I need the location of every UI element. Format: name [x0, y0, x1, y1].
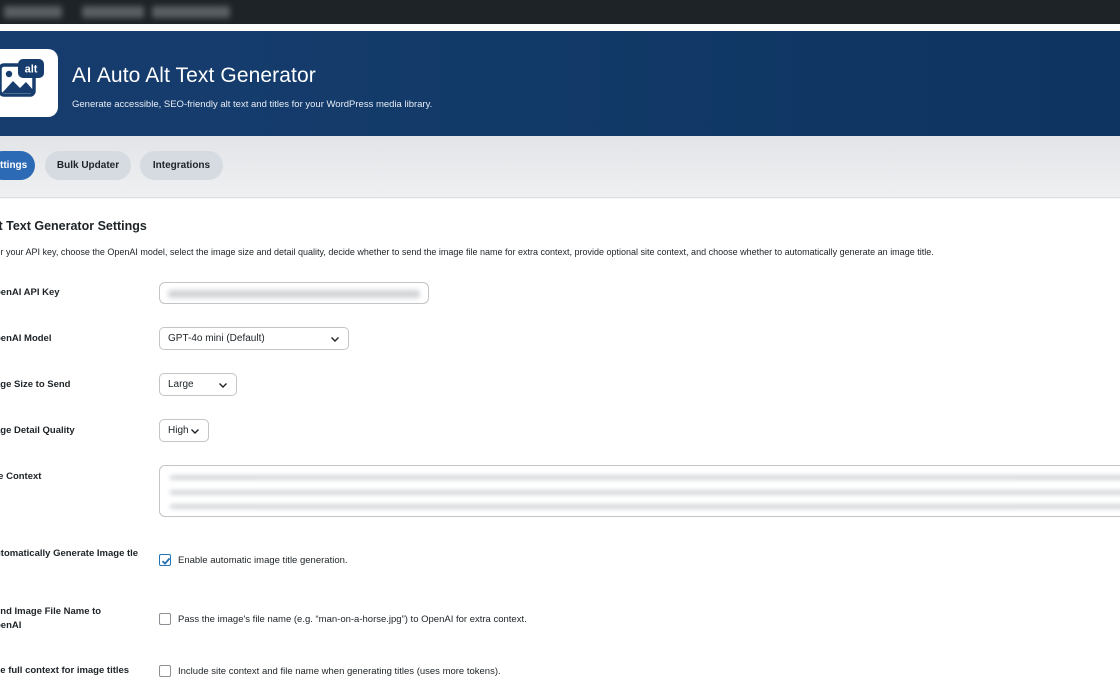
textarea-blurred-line — [170, 475, 1120, 480]
chevron-down-icon — [219, 383, 227, 388]
tab-integrations[interactable]: Integrations — [140, 151, 223, 180]
detail-quality-label: age Detail Quality — [0, 425, 75, 436]
image-size-select[interactable]: Large — [159, 373, 237, 396]
image-size-select-value: Large — [168, 379, 194, 390]
send-filename-text: Pass the image's file name (e.g. “man-on… — [178, 613, 527, 625]
chevron-down-icon — [331, 337, 339, 342]
model-select[interactable]: GPT-4o mini (Default) — [159, 327, 349, 350]
checkmark-icon — [161, 557, 171, 565]
settings-panel: lt Text Generator Settings ter your API … — [0, 199, 1120, 700]
textarea-blurred-line — [170, 504, 1120, 509]
admin-bar — [0, 0, 1120, 24]
page-subtitle: Generate accessible, SEO-friendly alt te… — [72, 99, 433, 110]
send-filename-checkbox[interactable] — [159, 613, 171, 625]
full-context-label: se full context for image titles — [0, 665, 130, 676]
tab-settings[interactable]: ttings — [0, 151, 35, 180]
tab-bar: ttings Bulk Updater Integrations — [0, 136, 1120, 198]
section-title: lt Text Generator Settings — [0, 219, 147, 233]
auto-title-checkbox[interactable] — [159, 554, 171, 566]
admin-bar-item[interactable] — [82, 6, 144, 18]
admin-bar-item[interactable] — [152, 6, 230, 18]
header-separator — [0, 24, 1120, 31]
detail-quality-select[interactable]: High — [159, 419, 209, 442]
auto-title-option[interactable]: Enable automatic image title generation. — [159, 554, 348, 566]
page-title: AI Auto Alt Text Generator — [72, 64, 316, 87]
alt-image-icon: alt — [0, 49, 58, 117]
full-context-text: Include site context and file name when … — [178, 665, 501, 677]
site-context-textarea[interactable] — [159, 465, 1120, 517]
chevron-down-icon — [191, 429, 199, 434]
detail-quality-select-value: High — [168, 425, 189, 436]
section-intro: ter your API key, choose the OpenAI mode… — [0, 247, 934, 257]
full-context-option[interactable]: Include site context and file name when … — [159, 665, 501, 677]
model-label: penAI Model — [0, 333, 52, 344]
site-context-label: te Context — [0, 471, 42, 482]
send-filename-option[interactable]: Pass the image's file name (e.g. “man-on… — [159, 613, 527, 625]
image-size-label: age Size to Send — [0, 379, 71, 390]
admin-bar-item[interactable] — [4, 6, 62, 18]
auto-title-text: Enable automatic image title generation. — [178, 554, 348, 566]
api-key-masked-value — [168, 290, 420, 298]
model-select-value: GPT-4o mini (Default) — [168, 333, 265, 344]
api-key-input[interactable] — [159, 282, 429, 304]
api-key-label: penAI API Key — [0, 287, 60, 298]
tab-bulk-updater[interactable]: Bulk Updater — [45, 151, 131, 180]
auto-title-label: utomatically Generate Image tle — [0, 548, 139, 559]
icon-alt-label: alt — [25, 64, 38, 76]
full-context-checkbox[interactable] — [159, 665, 171, 677]
send-filename-label: end Image File Name to penAI — [0, 606, 102, 631]
textarea-blurred-line — [170, 490, 1120, 495]
plugin-header: alt AI Auto Alt Text Generator Generate … — [0, 31, 1120, 136]
